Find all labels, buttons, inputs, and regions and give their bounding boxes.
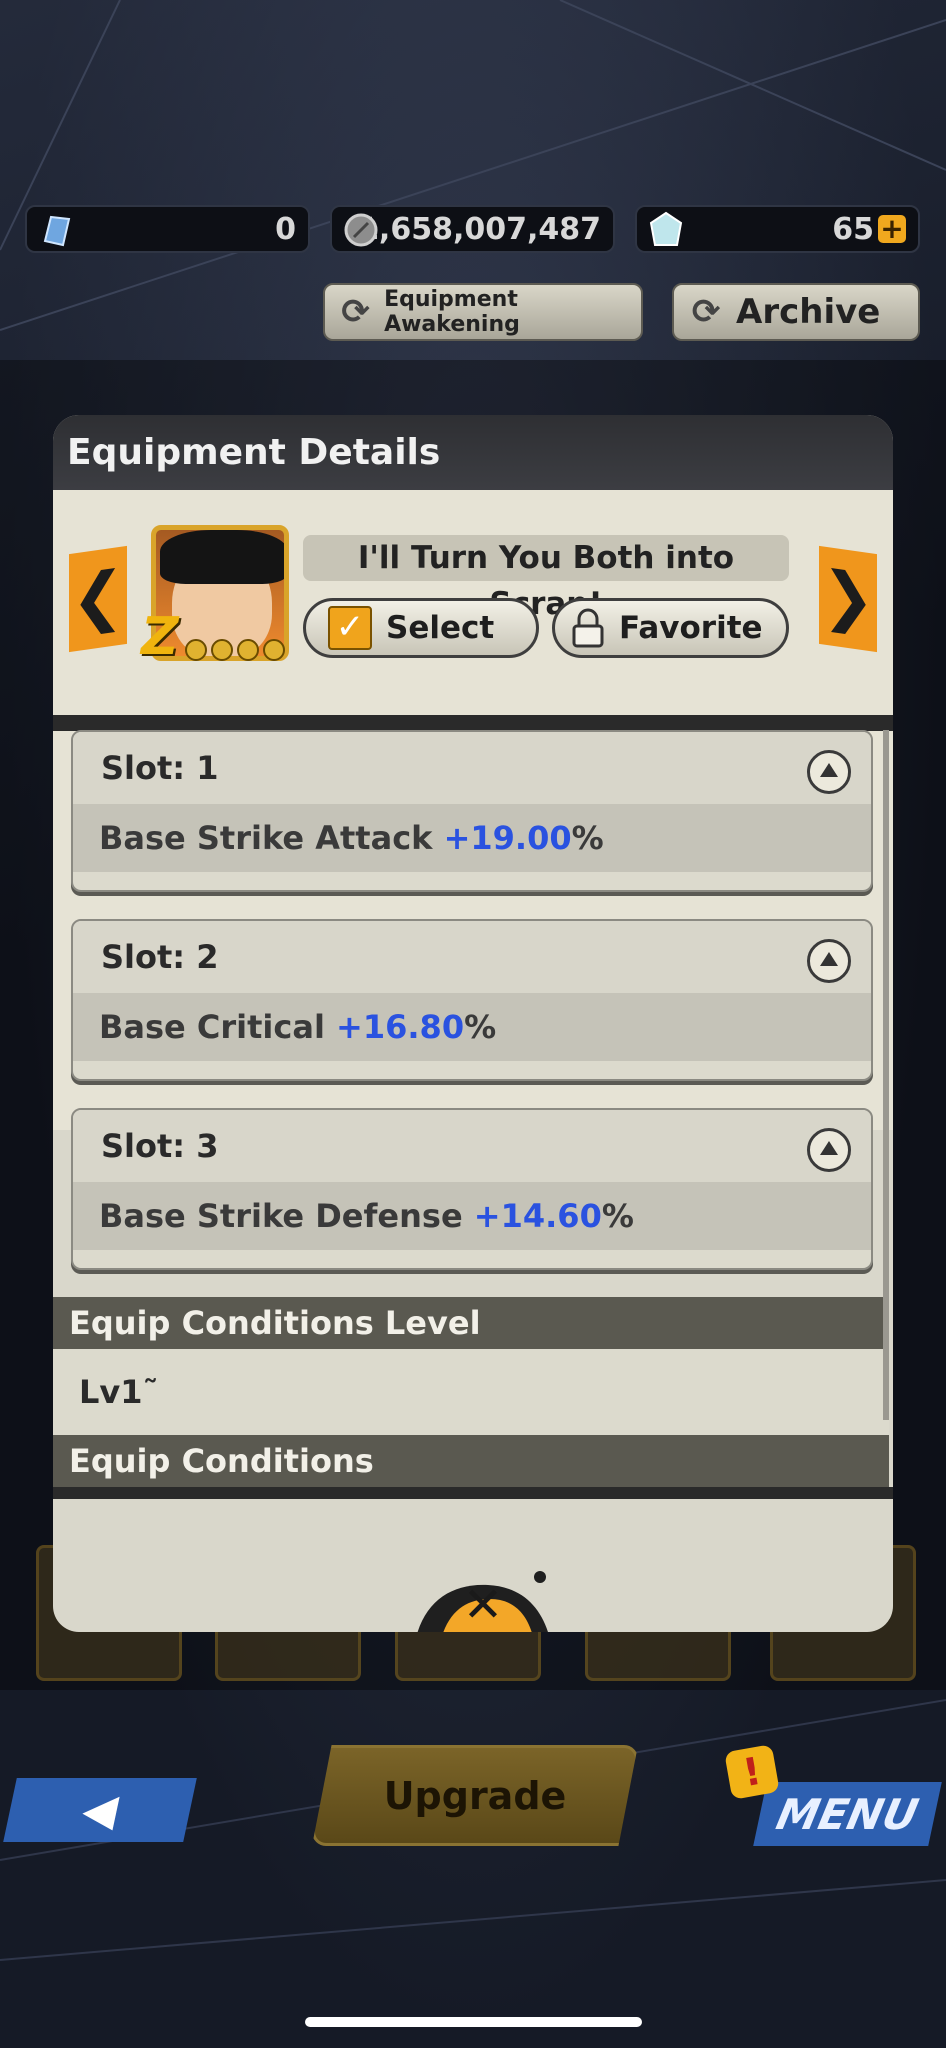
equipment-awakening-label: Equipment Awakening (384, 287, 520, 337)
equip-conditions-heading: Equip Conditions (53, 1435, 889, 1487)
back-arrow-icon: ◀ (77, 1784, 123, 1836)
slot-panel-1: Slot: 1 Base Strike Attack +19.00% (71, 730, 873, 892)
stat-unit: % (571, 819, 604, 857)
stat-value: +19.00 (443, 819, 572, 857)
stat-name: Base Strike Defense (99, 1197, 474, 1235)
crystal-count: 65 (832, 211, 874, 247)
equip-level-value: Lv1˜ (53, 1349, 889, 1435)
lock-icon (572, 608, 604, 648)
scrollbar[interactable] (883, 730, 889, 1420)
checkbox-icon: ✓ (328, 606, 372, 650)
close-icon[interactable]: ✕ (448, 1575, 518, 1632)
stat-unit: % (601, 1197, 634, 1235)
slot-panel-2: Slot: 2 Base Critical +16.80% (71, 919, 873, 1081)
divider-brush (53, 715, 893, 731)
slot-stat: Base Strike Defense +14.60% (73, 1182, 871, 1250)
crystal-counter[interactable]: 65 + (635, 205, 920, 253)
slot-panel-3: Slot: 3 Base Strike Defense +14.60% (71, 1108, 873, 1270)
equipment-name: I'll Turn You Both into Scrap! (303, 535, 789, 622)
blue-stone-icon (43, 215, 71, 247)
collapse-icon[interactable] (807, 750, 851, 794)
stat-name: Base Critical (99, 1008, 337, 1046)
menu-label: MENU (772, 1789, 923, 1839)
stat-unit: % (464, 1008, 497, 1046)
stat-value: +16.80 (336, 1008, 465, 1046)
rank-badge: Z (141, 607, 179, 667)
slot-label: Slot: 2 (73, 921, 871, 993)
menu-notification-icon: ! (724, 1744, 780, 1800)
equipment-awakening-button[interactable]: ⟳ Equipment Awakening (323, 283, 643, 341)
awakening-dots (185, 639, 285, 661)
select-button[interactable]: ✓ Select (303, 598, 539, 658)
slot-label: Slot: 1 (73, 732, 871, 804)
archive-label: Archive (736, 292, 881, 332)
stat-value: +14.60 (473, 1197, 602, 1235)
upgrade-button[interactable]: Upgrade (312, 1745, 638, 1846)
slot-stat: Base Strike Attack +19.00% (73, 804, 871, 872)
divider-brush (53, 1487, 893, 1499)
slot-label: Slot: 3 (73, 1110, 871, 1182)
prev-arrow-icon[interactable]: ❮ (69, 545, 127, 653)
next-arrow-icon[interactable]: ❯ (819, 545, 877, 653)
menu-button[interactable]: MENU (753, 1782, 942, 1846)
stone-count: 0 (275, 211, 296, 247)
add-crystal-icon[interactable]: + (878, 215, 906, 243)
archive-button[interactable]: ⟳ Archive (672, 283, 920, 341)
collapse-icon[interactable] (807, 1128, 851, 1172)
character-hair (160, 530, 284, 584)
crystal-icon (649, 211, 683, 246)
slot-stat: Base Critical +16.80% (73, 993, 871, 1061)
collapse-icon[interactable] (807, 939, 851, 983)
coin-icon (344, 213, 378, 247)
refresh-icon: ⟳ (341, 292, 370, 332)
equip-level-heading: Equip Conditions Level (53, 1297, 889, 1349)
favorite-button[interactable]: Favorite (552, 598, 789, 658)
select-label: Select (386, 610, 495, 646)
modal-title: Equipment Details (53, 415, 893, 490)
zeni-count: 1,658,007,487 (358, 211, 601, 247)
stone-counter: 0 (25, 205, 310, 253)
equipment-details-modal: Equipment Details ❮ ❯ Z I'll Turn You Bo… (53, 415, 893, 1632)
stat-name: Base Strike Attack (99, 819, 444, 857)
home-indicator[interactable] (305, 2017, 642, 2027)
favorite-label: Favorite (619, 610, 763, 646)
back-button[interactable]: ◀ (3, 1778, 197, 1842)
refresh-icon: ⟳ (691, 292, 721, 332)
zeni-counter: 1,658,007,487 (330, 205, 615, 253)
